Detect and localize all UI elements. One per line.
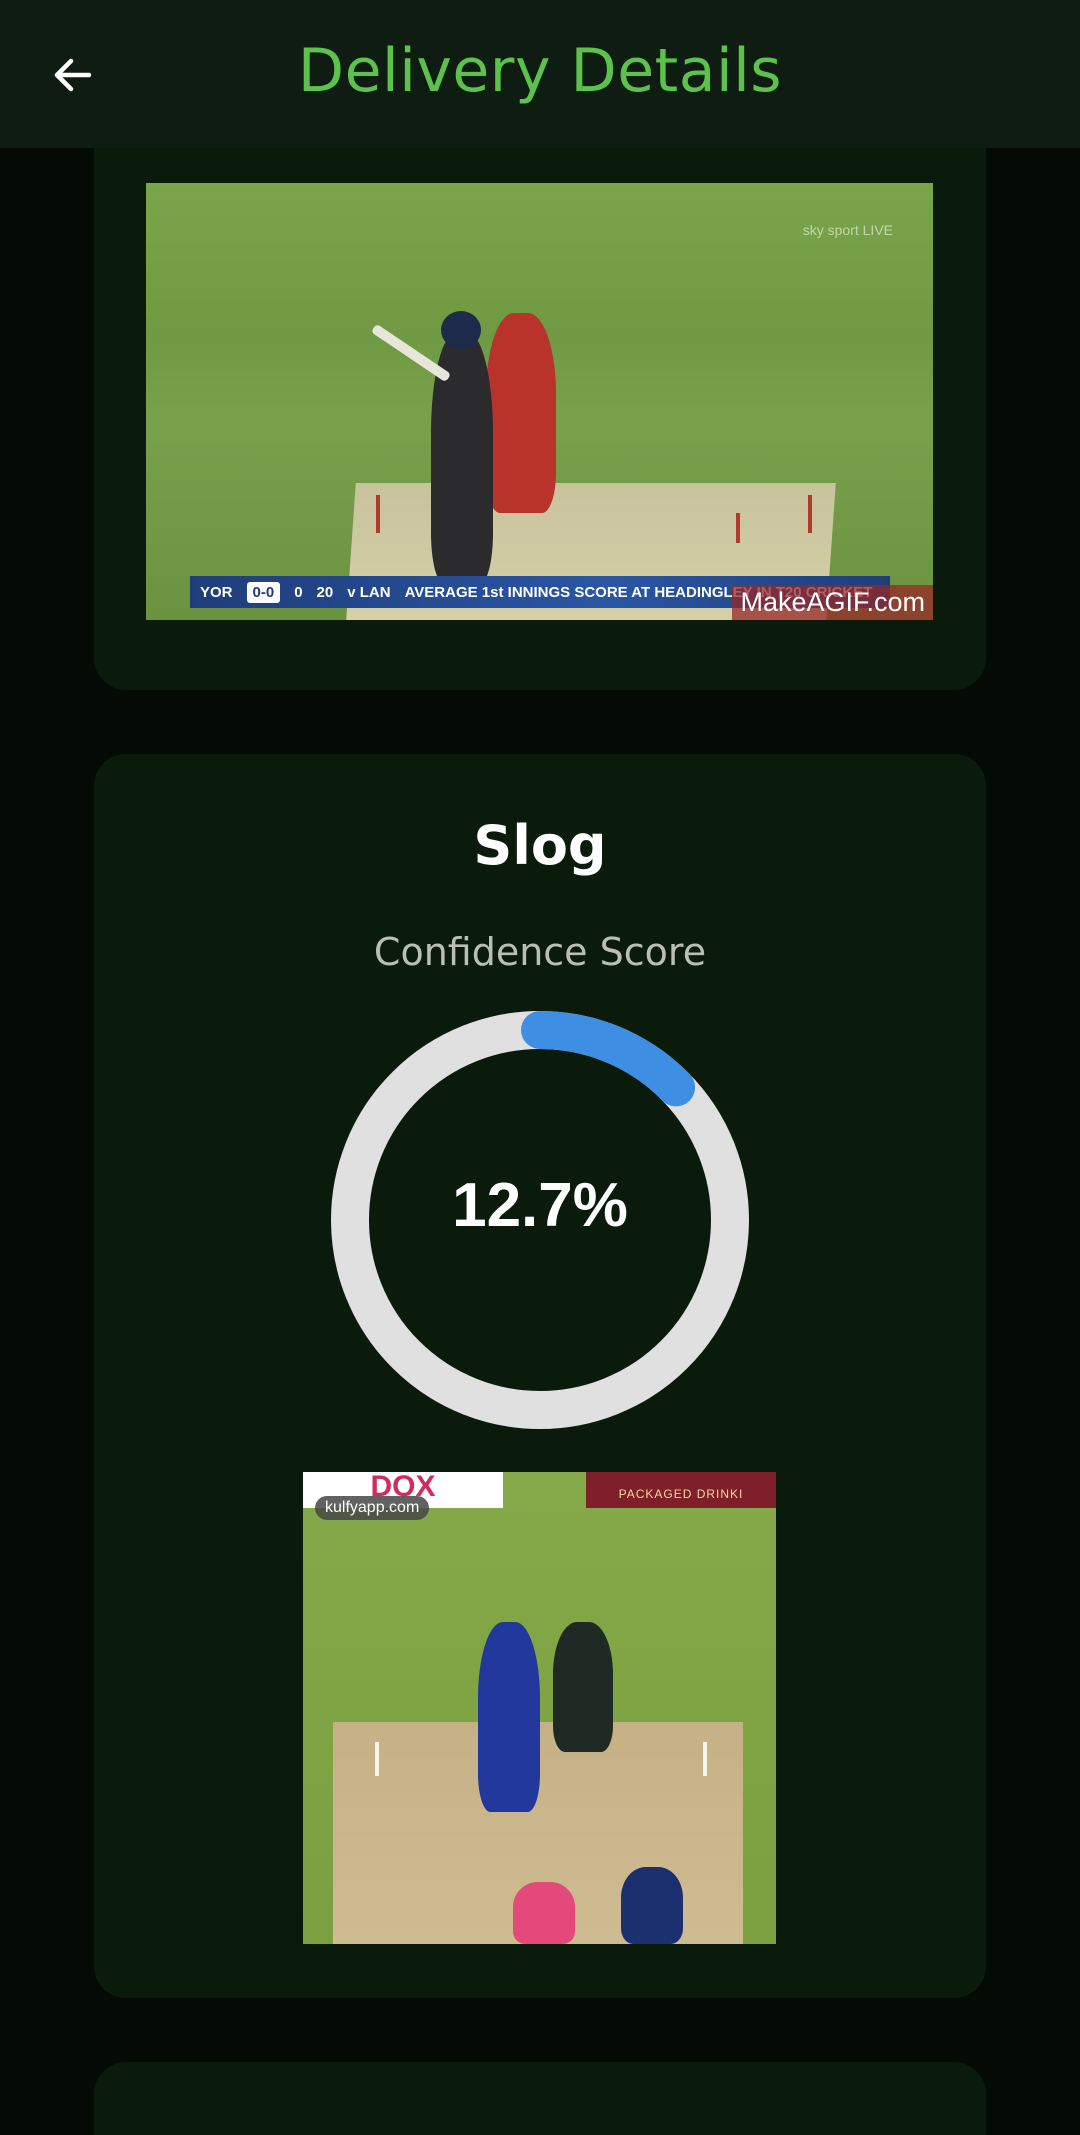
app-root: Delivery Details sky sport LIVE YOR 0-0 …: [0, 0, 1080, 2135]
team-label: YOR: [200, 583, 233, 601]
bat: [370, 323, 452, 383]
crease: [703, 1742, 707, 1776]
confidence-label: Confidence Score: [373, 930, 707, 974]
shot-name: Slog: [473, 814, 607, 877]
wicketkeeper-figure: [553, 1622, 613, 1752]
opponent-label: v LAN: [347, 583, 391, 601]
confidence-gauge: 12.7%: [330, 1010, 750, 1430]
umpire-figure: [513, 1882, 575, 1944]
crease: [375, 1742, 379, 1776]
stump: [376, 495, 380, 533]
helmet: [441, 311, 481, 349]
stump: [736, 513, 740, 543]
shot-classification-card: Slog Confidence Score 12.7% DOX PACKAGED…: [94, 754, 986, 1998]
score-pill: 0-0: [246, 581, 281, 603]
gif-watermark: MakeAGIF.com: [732, 585, 933, 620]
example-shot-clip[interactable]: DOX PACKAGED DRINKI kulfyapp.com: [303, 1472, 776, 1944]
delivery-video[interactable]: sky sport LIVE YOR 0-0 0 20 v LAN AVERAG…: [146, 183, 933, 620]
fielder-figure: [621, 1867, 683, 1944]
clip-source-label: kulfyapp.com: [315, 1496, 430, 1520]
confidence-value: 12.7%: [452, 1171, 628, 1240]
wicketkeeper-figure: [486, 313, 556, 513]
batsman-figure: [478, 1622, 540, 1812]
stump: [808, 495, 812, 533]
app-header: Delivery Details: [0, 0, 1080, 148]
boundary-ad-right: PACKAGED DRINKI: [586, 1472, 776, 1508]
next-delivery-card: [94, 2062, 986, 2135]
channel-logo: sky sport LIVE: [802, 222, 893, 238]
target-label: 20: [316, 583, 334, 601]
page-title: Delivery Details: [297, 36, 783, 106]
delivery-video-card: sky sport LIVE YOR 0-0 0 20 v LAN AVERAG…: [94, 120, 986, 690]
overs-label: 0: [294, 583, 303, 601]
